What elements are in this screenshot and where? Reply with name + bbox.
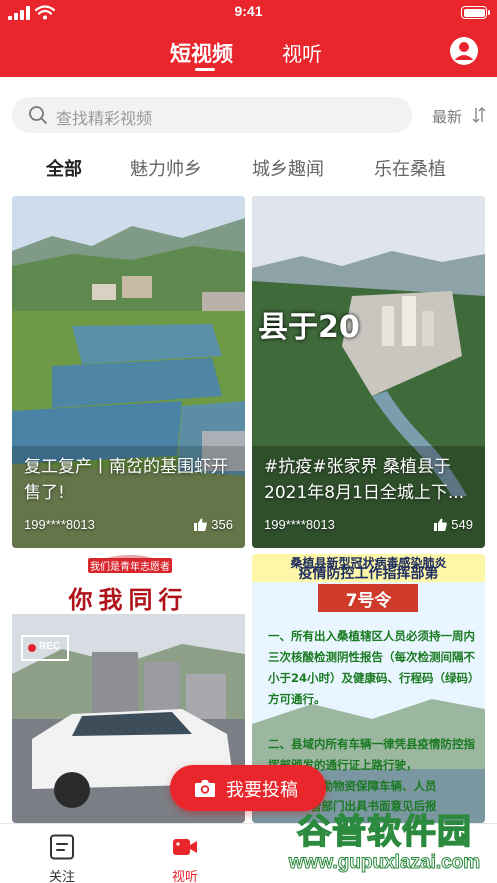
app-header: 9:41 短视频 视听 <box>0 0 497 77</box>
nav-audio-visual[interactable]: 视听 <box>145 824 225 883</box>
category-all[interactable]: 全部 <box>46 155 82 181</box>
site-watermark: 谷普软件园 www.gupuxlazai.com <box>272 800 497 883</box>
video-likes[interactable]: 356 <box>194 517 233 532</box>
thumbs-up-icon <box>194 518 208 531</box>
status-bar: 9:41 <box>0 0 497 26</box>
likes-count: 356 <box>211 517 233 532</box>
video-title: #抗疫#张家界 桑植县于2021年8月1日全城上下... <box>264 457 465 503</box>
search-icon <box>29 106 47 124</box>
battery-cap <box>488 10 490 15</box>
volunteer-banner: 我们是青年志愿者 <box>88 558 172 573</box>
watermark-title: 谷普软件园 <box>296 811 472 853</box>
search-input[interactable]: 查找精彩视频 <box>12 97 412 133</box>
app-screen: 9:41 短视频 视听 查找精彩视频 最新 全部 魅力帅乡 城乡趣闻 乐在桑植 <box>0 0 497 883</box>
notice-paragraph-3: 通勤物资保障车辆、人员 <box>310 779 437 793</box>
video-overlay-caption: 县于20 <box>258 310 360 345</box>
submit-video-label: 我要投稿 <box>226 780 298 801</box>
notice-heading: 疫情防控工作指挥部第 <box>298 566 439 582</box>
battery-icon <box>461 6 487 19</box>
category-charm-hometown[interactable]: 魅力帅乡 <box>130 155 202 181</box>
notice-paragraph-1: 一、所有出入桑植辖区人员必须持一周内三次核酸检测阴性报告（每次检测间隔不小于24… <box>268 629 475 706</box>
status-time: 9:41 <box>234 3 263 19</box>
search-placeholder: 查找精彩视频 <box>56 109 153 128</box>
active-tab-indicator <box>195 68 215 71</box>
sort-icon[interactable] <box>472 106 486 124</box>
sort-latest-button[interactable]: 最新 <box>432 106 462 127</box>
tab-short-video[interactable]: 短视频 <box>170 38 233 68</box>
camera-icon <box>195 780 215 797</box>
video-camera-icon <box>173 839 197 855</box>
rec-label: REC <box>39 641 61 652</box>
likes-count: 549 <box>451 517 473 532</box>
nav-follow-label: 关注 <box>48 870 75 883</box>
user-profile-icon[interactable] <box>449 36 479 66</box>
video-author: 199****8013 <box>24 517 95 532</box>
category-joy-sangzhi[interactable]: 乐在桑植 <box>374 155 446 181</box>
nav-follow[interactable]: 关注 <box>22 824 102 883</box>
notice-order-number: 7号令 <box>345 591 392 611</box>
tab-audio-visual[interactable]: 视听 <box>282 38 322 67</box>
video-title: 复工复产丨南岔的基围虾开售了! <box>24 457 228 503</box>
video-likes[interactable]: 549 <box>434 517 473 532</box>
nav-audio-visual-label: 视听 <box>171 870 198 883</box>
video-card-2[interactable]: 县于20 #抗疫#张家界 桑植县于2021年8月1日全城上下... 199***… <box>252 196 485 548</box>
video-card-1[interactable]: 复工复产丨南岔的基围虾开售了! 199****8013 356 <box>12 196 245 548</box>
category-town-stories[interactable]: 城乡趣闻 <box>252 155 324 181</box>
watermark-url: www.gupuxlazai.com <box>288 852 481 874</box>
thumbs-up-icon <box>434 518 448 531</box>
follow-list-icon <box>50 834 74 860</box>
video-author: 199****8013 <box>264 517 335 532</box>
volunteer-slogan: 你我同行 <box>68 585 189 614</box>
